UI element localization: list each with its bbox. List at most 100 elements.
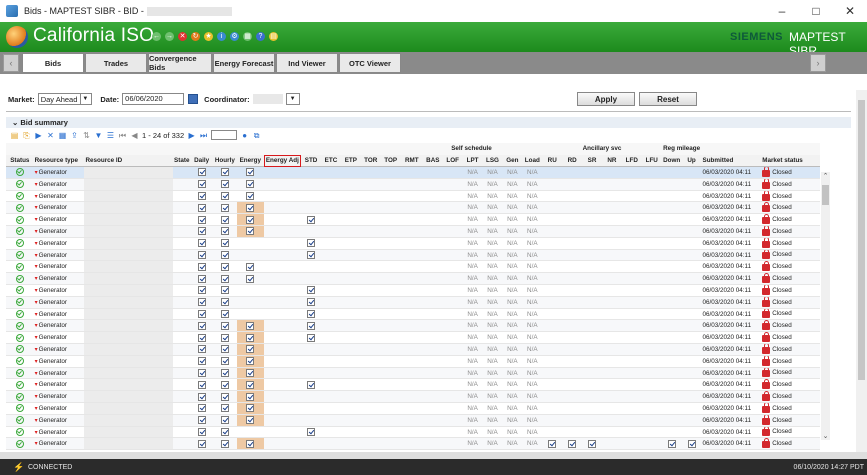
hourly-checkbox[interactable]: [220, 286, 229, 295]
column-header-market-status[interactable]: Market status: [761, 154, 820, 168]
hourly-checkbox[interactable]: [220, 310, 229, 319]
scroll-up-icon[interactable]: ⌃: [821, 172, 830, 180]
daily-checkbox[interactable]: [197, 380, 206, 389]
hourly-checkbox[interactable]: [220, 404, 229, 413]
close-button[interactable]: ✕: [833, 0, 867, 22]
energy-checkbox[interactable]: [246, 274, 255, 283]
column-header-rd[interactable]: RD: [562, 154, 583, 168]
column-header-lfd[interactable]: LFD: [621, 154, 642, 168]
column-header-state[interactable]: State: [172, 154, 191, 168]
column-header-gen[interactable]: Gen: [502, 154, 523, 168]
column-header-top[interactable]: TOP: [380, 154, 401, 168]
info-icon[interactable]: i: [217, 32, 226, 41]
energy-checkbox[interactable]: [246, 439, 255, 448]
table-row[interactable]: ▾Generator N/A N/A N/A N/A 06/03/2020 04:11 Cl…: [6, 426, 820, 439]
table-row[interactable]: ▾Generator N/A N/A N/A N/A 06/03/2020 04:11 Cl…: [6, 225, 820, 238]
hourly-checkbox[interactable]: [220, 321, 229, 330]
hourly-checkbox[interactable]: [220, 192, 229, 201]
tab-energy-forecast[interactable]: Energy Forecast: [213, 53, 275, 73]
energy-checkbox[interactable]: [246, 227, 255, 236]
column-header-etp[interactable]: ETP: [340, 154, 361, 168]
hourly-checkbox[interactable]: [220, 428, 229, 437]
grid-scroll-thumb[interactable]: [822, 185, 829, 205]
table-row[interactable]: ▾Generator N/A N/A N/A N/A 06/03/2020 04:11 Cl…: [6, 201, 820, 215]
favorite-star-icon[interactable]: ★: [204, 32, 213, 41]
daily-checkbox[interactable]: [197, 369, 206, 378]
std-checkbox[interactable]: [307, 251, 316, 260]
std-checkbox[interactable]: [307, 428, 316, 437]
daily-checkbox[interactable]: [197, 262, 206, 271]
column-header-submitted[interactable]: Submitted: [701, 154, 762, 168]
columns-icon[interactable]: ☰: [106, 131, 115, 140]
energy-checkbox[interactable]: [246, 192, 255, 201]
next-page-icon[interactable]: ▶: [187, 131, 196, 140]
std-checkbox[interactable]: [307, 298, 316, 307]
table-row[interactable]: ▾Generator N/A N/A N/A N/A 06/03/2020 04:11 Cl…: [6, 402, 820, 415]
table-row[interactable]: ▾Generator N/A N/A N/A N/A 06/03/2020 04:11 Cl…: [6, 414, 820, 427]
import-icon[interactable]: ⇪: [70, 131, 79, 140]
daily-checkbox[interactable]: [197, 274, 206, 283]
column-header-energy-adj[interactable]: Energy Adj: [263, 154, 302, 168]
daily-checkbox[interactable]: [197, 215, 206, 224]
column-header-tor[interactable]: TOR: [360, 154, 381, 168]
energy-checkbox[interactable]: [246, 168, 255, 177]
column-header-lpt[interactable]: LPT: [462, 154, 483, 168]
column-header-lof[interactable]: LOF: [442, 154, 463, 168]
refresh-icon[interactable]: ↻: [191, 32, 200, 41]
column-header-sr[interactable]: SR: [582, 154, 602, 168]
new-bid-icon[interactable]: ▤: [10, 131, 19, 140]
rd-checkbox[interactable]: [568, 439, 577, 448]
hourly-checkbox[interactable]: [220, 369, 229, 378]
std-checkbox[interactable]: [307, 380, 316, 389]
energy-checkbox[interactable]: [246, 333, 255, 342]
hourly-checkbox[interactable]: [220, 203, 229, 212]
daily-checkbox[interactable]: [197, 357, 206, 366]
tab-convergence-bids[interactable]: Convergence Bids: [148, 53, 212, 73]
daily-checkbox[interactable]: [197, 392, 206, 401]
last-page-icon[interactable]: ⏭: [199, 131, 208, 140]
daily-checkbox[interactable]: [197, 168, 206, 177]
table-row[interactable]: ▾Generator N/A N/A N/A N/A 06/03/2020 04:11 Cl…: [6, 331, 820, 345]
column-header-std[interactable]: STD: [301, 154, 322, 168]
sort-icon[interactable]: ⇅: [82, 131, 91, 140]
forward-icon[interactable]: →: [165, 32, 174, 41]
energy-checkbox[interactable]: [246, 203, 255, 212]
daily-checkbox[interactable]: [197, 203, 206, 212]
table-row[interactable]: ▾Generator N/A N/A N/A N/A 06/03/2020 04:11 Cl…: [6, 367, 820, 380]
table-row[interactable]: ▾Generator N/A N/A N/A N/A 06/03/2020 04:11 Cl…: [6, 343, 820, 356]
daily-checkbox[interactable]: [197, 298, 206, 307]
column-header-bas[interactable]: BAS: [422, 154, 443, 168]
hourly-checkbox[interactable]: [220, 274, 229, 283]
table-row[interactable]: ▾Generator N/A N/A N/A N/A 06/03/2020 04:11 Cl…: [6, 390, 820, 404]
tab-ind-viewer[interactable]: Ind Viewer: [276, 53, 338, 73]
reg-down-checkbox[interactable]: [667, 439, 676, 448]
filter-icon[interactable]: ▼: [94, 131, 103, 140]
market-select[interactable]: Day Ahead ▼: [37, 93, 93, 105]
page-jump-input[interactable]: [211, 130, 238, 140]
column-header-up[interactable]: Up: [681, 154, 702, 168]
daily-checkbox[interactable]: [197, 192, 206, 201]
page-scroll-thumb[interactable]: [858, 100, 865, 380]
table-row[interactable]: ▾Generator N/A N/A N/A N/A 06/03/2020 04:11 Cl…: [6, 237, 820, 250]
hourly-checkbox[interactable]: [220, 392, 229, 401]
daily-checkbox[interactable]: [197, 286, 206, 295]
calendar-icon[interactable]: ▦: [243, 32, 252, 41]
energy-checkbox[interactable]: [246, 345, 255, 354]
table-row[interactable]: ▾Generator N/A N/A N/A N/A 06/03/2020 04:11 Cl…: [6, 355, 820, 368]
table-row[interactable]: ▾Generator N/A N/A N/A N/A 06/03/2020 04:11 Cl…: [6, 178, 820, 191]
copy-icon[interactable]: ⎘: [22, 131, 31, 140]
hourly-checkbox[interactable]: [220, 298, 229, 307]
open-window-icon[interactable]: ⧉: [252, 131, 261, 140]
std-checkbox[interactable]: [307, 286, 316, 295]
column-header-hourly[interactable]: Hourly: [212, 154, 238, 168]
calendar-picker-icon[interactable]: [188, 94, 199, 104]
energy-checkbox[interactable]: [246, 404, 255, 413]
hourly-checkbox[interactable]: [220, 180, 229, 189]
energy-checkbox[interactable]: [246, 262, 255, 271]
column-header-status[interactable]: Status: [6, 154, 34, 168]
energy-checkbox[interactable]: [246, 416, 255, 425]
hourly-checkbox[interactable]: [220, 333, 229, 342]
daily-checkbox[interactable]: [197, 333, 206, 342]
ru-checkbox[interactable]: [548, 439, 557, 448]
daily-checkbox[interactable]: [197, 251, 206, 260]
